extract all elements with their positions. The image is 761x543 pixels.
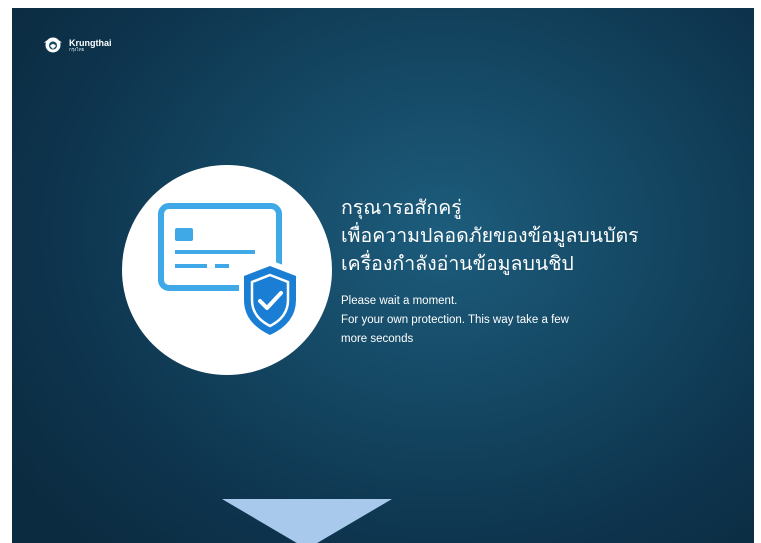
card-reading-screen: Krungthai กรุงไทย กรุณารอสักครู่ เพื่อคว… <box>12 8 754 543</box>
krungthai-logo: Krungthai กรุงไทย <box>42 36 112 54</box>
english-protection-text: For your own protection. This way take a… <box>341 314 569 326</box>
brand-name: Krungthai <box>69 38 112 48</box>
thai-protection-text: เพื่อความปลอดภัยของข้อมูลบนบัตร <box>341 224 639 247</box>
message-block: กรุณารอสักครู่ เพื่อความปลอดภัยของข้อมูล… <box>341 194 751 349</box>
insert-card-arrow-icon <box>222 499 392 543</box>
english-seconds-text: more seconds <box>341 333 414 345</box>
card-shield-check-icon <box>158 203 301 341</box>
illustration-circle <box>122 165 332 375</box>
krungthai-bird-icon <box>44 37 62 53</box>
english-wait-text: Please wait a moment. <box>341 295 458 307</box>
brand-thai-name: กรุงไทย <box>69 48 85 53</box>
thai-wait-text: กรุณารอสักครู่ <box>341 196 462 219</box>
thai-reading-chip-text: เครื่องกำลังอ่านข้อมูลบนชิป <box>341 252 574 275</box>
